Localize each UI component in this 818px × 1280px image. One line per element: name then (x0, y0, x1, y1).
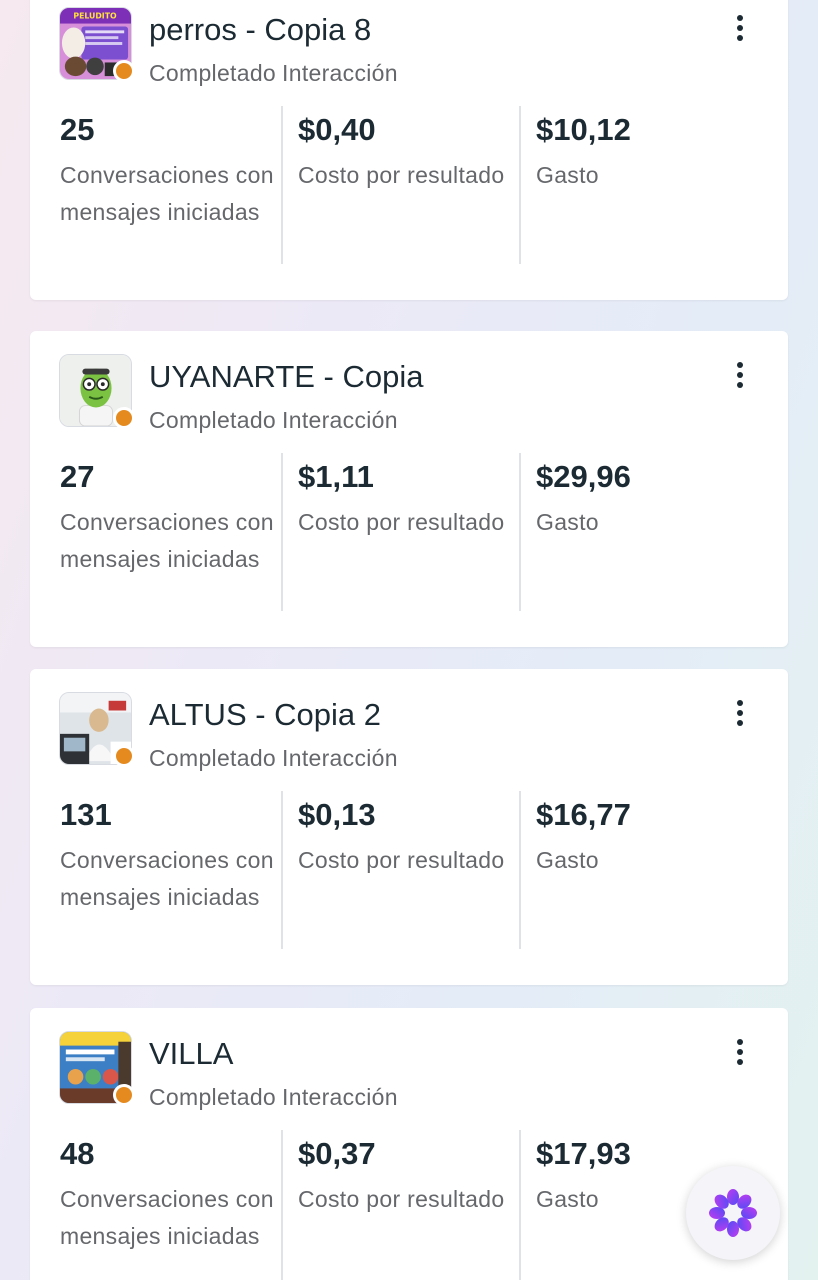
results-value: 25 (60, 112, 95, 147)
ai-assistant-icon (709, 1189, 757, 1237)
campaign-status-line: Completado Interacción (149, 745, 398, 772)
results-label: Conversaciones con mensajes iniciadas (60, 162, 274, 225)
campaign-name[interactable]: perros - Copia 8 (149, 12, 371, 48)
campaign-objective: Interacción (282, 745, 398, 771)
cost-metric: $1,11 Costo por resultado (298, 453, 520, 611)
spend-value: $17,93 (536, 1136, 631, 1171)
campaign-card[interactable]: ALTUS - Copia 2 Completado Interacción 13… (30, 669, 788, 985)
spend-label: Gasto (536, 847, 599, 873)
results-value: 48 (60, 1136, 95, 1171)
more-vertical-icon[interactable] (726, 357, 754, 393)
cost-value: $0,37 (298, 1136, 376, 1171)
spend-metric: $29,96 Gasto (536, 453, 758, 611)
spend-value: $29,96 (536, 459, 631, 494)
ai-assistant-button[interactable] (686, 1166, 780, 1260)
campaign-name[interactable]: UYANARTE - Copia (149, 359, 424, 395)
campaign-status-line: Completado Interacción (149, 60, 398, 87)
campaign-card[interactable]: PELUDITO perros - Copia 8 Completado Inte… (30, 0, 788, 300)
campaign-metrics: 48 Conversaciones con mensajes iniciadas… (60, 1130, 760, 1280)
cost-value: $1,11 (298, 459, 374, 494)
status-dot (113, 745, 135, 767)
campaign-objective: Interacción (282, 407, 398, 433)
cost-label: Costo por resultado (298, 847, 505, 873)
results-label: Conversaciones con mensajes iniciadas (60, 847, 274, 910)
spend-label: Gasto (536, 509, 599, 535)
campaign-status: Completado (149, 407, 277, 433)
results-value: 131 (60, 797, 112, 832)
cost-value: $0,40 (298, 112, 376, 147)
spend-metric: $16,77 Gasto (536, 791, 758, 949)
cost-metric: $0,40 Costo por resultado (298, 106, 520, 264)
results-label: Conversaciones con mensajes iniciadas (60, 1186, 274, 1249)
metric-divider (519, 1130, 521, 1280)
thumbnail-text: PELUDITO (73, 12, 117, 21)
results-metric: 25 Conversaciones con mensajes iniciadas (60, 106, 282, 264)
campaign-metrics: 27 Conversaciones con mensajes iniciadas… (60, 453, 760, 611)
spend-value: $16,77 (536, 797, 631, 832)
campaign-name[interactable]: ALTUS - Copia 2 (149, 697, 381, 733)
campaign-card[interactable]: VILLA Completado Interacción 48 Conversac… (30, 1008, 788, 1280)
cost-value: $0,13 (298, 797, 376, 832)
spend-label: Gasto (536, 162, 599, 188)
metric-divider (281, 1130, 283, 1280)
cost-metric: $0,13 Costo por resultado (298, 791, 520, 949)
results-label: Conversaciones con mensajes iniciadas (60, 509, 274, 572)
results-value: 27 (60, 459, 95, 494)
campaign-thumbnail (59, 692, 135, 767)
campaign-status-line: Completado Interacción (149, 407, 398, 434)
results-metric: 131 Conversaciones con mensajes iniciada… (60, 791, 282, 949)
campaign-card[interactable]: UYANARTE - Copia Completado Interacción 2… (30, 331, 788, 647)
campaign-status: Completado (149, 1084, 277, 1110)
metric-divider (281, 791, 283, 949)
spend-metric: $10,12 Gasto (536, 106, 758, 264)
campaign-metrics: 131 Conversaciones con mensajes iniciada… (60, 791, 760, 949)
cost-label: Costo por resultado (298, 1186, 505, 1212)
metric-divider (519, 453, 521, 611)
metric-divider (281, 453, 283, 611)
cost-label: Costo por resultado (298, 509, 505, 535)
spend-value: $10,12 (536, 112, 631, 147)
status-dot (113, 60, 135, 82)
campaign-thumbnail (59, 1031, 135, 1106)
metric-divider (519, 791, 521, 949)
campaign-metrics: 25 Conversaciones con mensajes iniciadas… (60, 106, 760, 264)
status-dot (113, 1084, 135, 1106)
more-vertical-icon[interactable] (726, 10, 754, 46)
campaign-status: Completado (149, 60, 277, 86)
campaign-thumbnail (59, 354, 135, 429)
more-vertical-icon[interactable] (726, 1034, 754, 1070)
more-vertical-icon[interactable] (726, 695, 754, 731)
cost-metric: $0,37 Costo por resultado (298, 1130, 520, 1280)
metric-divider (519, 106, 521, 264)
campaign-objective: Interacción (282, 1084, 398, 1110)
campaign-thumbnail: PELUDITO (59, 7, 135, 82)
status-dot (113, 407, 135, 429)
results-metric: 48 Conversaciones con mensajes iniciadas (60, 1130, 282, 1280)
campaign-status: Completado (149, 745, 277, 771)
cost-label: Costo por resultado (298, 162, 505, 188)
results-metric: 27 Conversaciones con mensajes iniciadas (60, 453, 282, 611)
metric-divider (281, 106, 283, 264)
campaign-status-line: Completado Interacción (149, 1084, 398, 1111)
campaign-objective: Interacción (282, 60, 398, 86)
campaign-name[interactable]: VILLA (149, 1036, 233, 1072)
